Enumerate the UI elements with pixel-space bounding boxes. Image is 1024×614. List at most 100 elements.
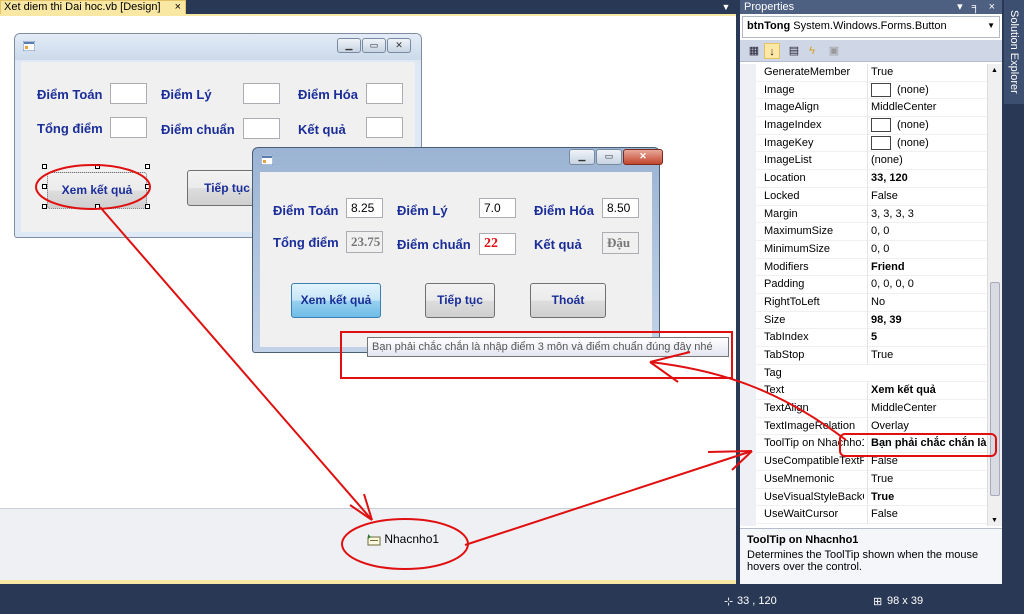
property-row[interactable]: ImageAlign MiddleCenter bbox=[756, 99, 987, 118]
textbox-diem-toan[interactable]: 8.25 bbox=[346, 198, 383, 218]
resize-handle[interactable] bbox=[145, 184, 150, 189]
close-tab-icon[interactable]: × bbox=[175, 1, 181, 14]
expand-icon[interactable]: ▷ bbox=[745, 312, 751, 330]
property-row[interactable]: TextAlign MiddleCenter bbox=[756, 400, 987, 418]
object-selector[interactable]: btnTong System.Windows.Forms.Button ▼ bbox=[742, 16, 1000, 38]
categorized-icon[interactable]: ▦ bbox=[746, 43, 762, 59]
property-row[interactable]: UseMnemonic True bbox=[756, 470, 987, 489]
panel-tools-icon[interactable]: ▾ ╕ × bbox=[957, 0, 998, 14]
textbox-diem-ly[interactable] bbox=[243, 83, 280, 104]
property-row[interactable]: UseWaitCursor False bbox=[756, 506, 987, 524]
expand-icon[interactable]: ▷ bbox=[745, 276, 751, 294]
maximize-icon[interactable]: ▭ bbox=[596, 149, 622, 165]
property-row[interactable]: ▷ Padding 0, 0, 0, 0 bbox=[756, 276, 987, 294]
property-row[interactable]: TabIndex 5 bbox=[756, 329, 987, 348]
textbox-diem-hoa[interactable] bbox=[366, 83, 403, 104]
property-row[interactable]: UseCompatibleTextRendering False bbox=[756, 453, 987, 471]
property-value[interactable]: 5 bbox=[867, 329, 987, 348]
property-value[interactable]: 3, 3, 3, 3 bbox=[867, 205, 987, 224]
property-value[interactable]: False bbox=[867, 453, 987, 471]
property-value[interactable]: MiddleCenter bbox=[867, 400, 987, 418]
xem-ket-qua-button[interactable]: Xem kết quả bbox=[291, 283, 381, 318]
alphabetical-icon[interactable]: ↓ bbox=[764, 43, 780, 59]
property-value[interactable]: No bbox=[867, 293, 987, 312]
property-row[interactable]: ▷ MaximumSize 0, 0 bbox=[756, 223, 987, 241]
resize-handle[interactable] bbox=[95, 204, 100, 209]
property-row[interactable]: UseVisualStyleBackColor True bbox=[756, 488, 987, 507]
resize-handle[interactable] bbox=[42, 204, 47, 209]
scroll-down-icon[interactable]: ▼ bbox=[991, 517, 998, 524]
thoat-button[interactable]: Thoát bbox=[530, 283, 606, 318]
property-value[interactable]: MiddleCenter bbox=[867, 99, 987, 118]
property-value[interactable]: 33, 120 bbox=[867, 170, 987, 188]
tray-item-nhacnho[interactable]: Nhacnho1 bbox=[367, 532, 439, 547]
close-icon[interactable]: ✕ bbox=[623, 149, 663, 165]
property-value[interactable]: (none) bbox=[867, 134, 987, 153]
property-row[interactable]: Modifiers Friend bbox=[756, 258, 987, 277]
property-value[interactable]: Friend bbox=[867, 258, 987, 277]
property-row[interactable]: ▷ Size 98, 39 bbox=[756, 311, 987, 330]
properties-icon[interactable]: ▤ bbox=[786, 43, 802, 59]
close-icon[interactable]: ✕ bbox=[387, 38, 411, 53]
resize-handle[interactable] bbox=[145, 204, 150, 209]
property-row[interactable]: ImageList (none) bbox=[756, 152, 987, 171]
resize-handle[interactable] bbox=[95, 164, 100, 169]
property-row[interactable]: RightToLeft No bbox=[756, 293, 987, 312]
property-row[interactable]: Tag bbox=[756, 365, 987, 383]
running-form-window[interactable]: ▁ ▭ ✕ Điểm Toán 8.25 Điểm Lý 7.0 Điểm Hó… bbox=[252, 147, 663, 353]
tab-dropdown-icon[interactable]: ▼ bbox=[719, 0, 733, 14]
property-value[interactable]: 0, 0, 0, 0 bbox=[867, 276, 987, 294]
running-form-titlebar[interactable]: ▁ ▭ ✕ bbox=[253, 148, 663, 174]
expand-icon[interactable]: ▷ bbox=[745, 206, 751, 224]
property-value[interactable]: True bbox=[867, 64, 987, 82]
document-tab[interactable]: Xet diem thi Dai hoc.vb [Design] × bbox=[0, 0, 186, 14]
property-value[interactable]: True bbox=[867, 488, 987, 507]
property-row[interactable]: ImageKey (none) bbox=[756, 134, 987, 153]
expand-icon[interactable]: ▷ bbox=[745, 170, 751, 188]
property-row[interactable]: Image (none) bbox=[756, 81, 987, 100]
property-row[interactable]: ▷ MinimumSize 0, 0 bbox=[756, 240, 987, 259]
design-form-titlebar[interactable]: ▁ ▭ ✕ bbox=[15, 34, 421, 60]
property-row[interactable]: TabStop True bbox=[756, 347, 987, 365]
scroll-thumb[interactable] bbox=[990, 282, 1000, 496]
property-value[interactable]: 0, 0 bbox=[867, 240, 987, 259]
resize-handle[interactable] bbox=[42, 184, 47, 189]
property-row[interactable]: Locked False bbox=[756, 187, 987, 206]
property-value[interactable]: (none) bbox=[867, 81, 987, 100]
property-row[interactable]: ▷ Location 33, 120 bbox=[756, 170, 987, 188]
tiep-tuc-button[interactable]: Tiếp tục bbox=[425, 283, 495, 318]
property-row[interactable]: TextImageRelation Overlay bbox=[756, 417, 987, 436]
scroll-up-icon[interactable]: ▲ bbox=[991, 67, 998, 74]
property-grid-scrollbar[interactable]: ▲ ▼ bbox=[987, 64, 1002, 526]
textbox-tong-diem[interactable]: 23.75 bbox=[346, 231, 383, 253]
textbox-ket-qua[interactable] bbox=[366, 117, 403, 138]
textbox-diem-toan[interactable] bbox=[110, 83, 147, 104]
resize-handle[interactable] bbox=[42, 164, 47, 169]
minimize-icon[interactable]: ▁ bbox=[337, 38, 361, 53]
property-value[interactable]: 0, 0 bbox=[867, 223, 987, 241]
property-row[interactable]: ToolTip on Nhacnho1 Bạn phải chắc chắn là… bbox=[756, 435, 987, 454]
textbox-diem-chuan[interactable]: 22 bbox=[479, 233, 516, 255]
maximize-icon[interactable]: ▭ bbox=[362, 38, 386, 53]
expand-icon[interactable]: ▷ bbox=[745, 223, 751, 241]
property-pages-icon[interactable]: ▣ bbox=[826, 43, 842, 59]
property-value[interactable]: True bbox=[867, 470, 987, 489]
solution-explorer-tab[interactable]: Solution Explorer bbox=[1004, 0, 1024, 104]
textbox-diem-hoa[interactable]: 8.50 bbox=[602, 198, 639, 218]
property-value[interactable]: True bbox=[867, 347, 987, 365]
textbox-diem-ly[interactable]: 7.0 bbox=[479, 198, 516, 218]
property-value[interactable]: False bbox=[867, 187, 987, 206]
property-value[interactable]: Overlay bbox=[867, 417, 987, 436]
property-value[interactable]: (none) bbox=[867, 152, 987, 171]
property-row[interactable]: ImageIndex (none) bbox=[756, 117, 987, 135]
property-value[interactable]: 98, 39 bbox=[867, 311, 987, 330]
textbox-tong-diem[interactable] bbox=[110, 117, 147, 138]
minimize-icon[interactable]: ▁ bbox=[569, 149, 595, 165]
property-value[interactable]: Xem kết quả bbox=[867, 382, 987, 401]
property-row[interactable]: ▷ Margin 3, 3, 3, 3 bbox=[756, 205, 987, 224]
property-row[interactable]: Text Xem kết quả bbox=[756, 382, 987, 401]
events-icon[interactable]: ϟ bbox=[804, 43, 820, 59]
property-value[interactable]: Bạn phải chắc chắn là r bbox=[867, 435, 987, 454]
property-value[interactable]: False bbox=[867, 506, 987, 524]
expand-icon[interactable]: ▷ bbox=[745, 241, 751, 259]
